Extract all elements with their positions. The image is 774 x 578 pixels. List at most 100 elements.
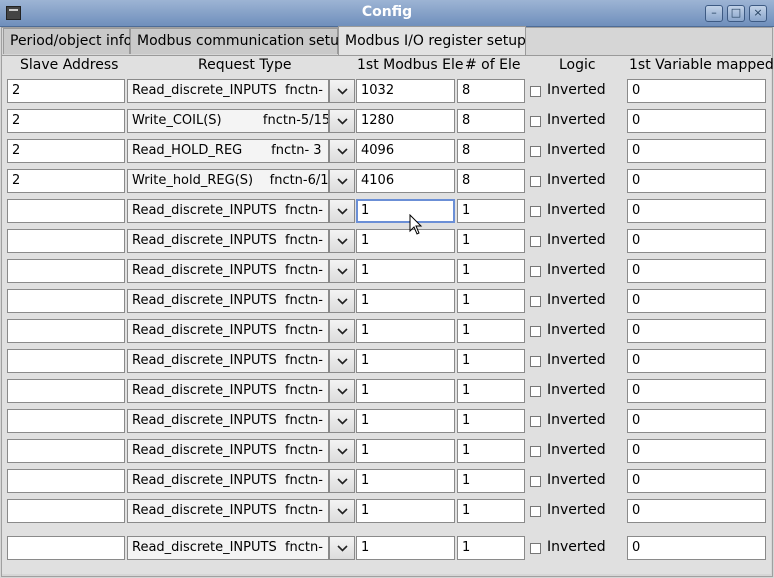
title-bar[interactable]: Config – □ × (0, 0, 774, 27)
num-of-ele-field[interactable]: 1 (457, 229, 525, 253)
tab-modbus-io-register-setup[interactable]: Modbus I/O register setup (338, 26, 526, 56)
slave-address-field[interactable]: 2 (7, 139, 125, 163)
first-variable-mapped-field[interactable]: 0 (627, 469, 766, 493)
slave-address-field[interactable] (7, 469, 125, 493)
first-variable-mapped-field[interactable]: 0 (627, 289, 766, 313)
first-modbus-ele-field[interactable]: 1 (356, 439, 455, 463)
tab-modbus-communication-setup[interactable]: Modbus communication setup (130, 28, 348, 54)
slave-address-field[interactable] (7, 499, 125, 523)
first-modbus-ele-field[interactable]: 1 (356, 349, 455, 373)
slave-address-field[interactable] (7, 349, 125, 373)
first-modbus-ele-field[interactable]: 1 (356, 499, 455, 523)
slave-address-field[interactable]: 2 (7, 169, 125, 193)
first-variable-mapped-field[interactable]: 0 (627, 169, 766, 193)
request-type-select[interactable]: Read_discrete_INPUTS fnctn- 2 (127, 536, 329, 560)
slave-address-field[interactable] (7, 536, 125, 560)
request-type-dropdown-button[interactable] (329, 199, 355, 223)
inverted-checkbox[interactable] (530, 356, 541, 367)
slave-address-field[interactable] (7, 409, 125, 433)
first-modbus-ele-field[interactable]: 1280 (356, 109, 455, 133)
request-type-dropdown-button[interactable] (329, 409, 355, 433)
request-type-select[interactable]: Read_discrete_INPUTS fnctn- 2 (127, 229, 329, 253)
request-type-dropdown-button[interactable] (329, 469, 355, 493)
num-of-ele-field[interactable]: 1 (457, 409, 525, 433)
slave-address-field[interactable] (7, 319, 125, 343)
inverted-checkbox[interactable] (530, 296, 541, 307)
num-of-ele-field[interactable]: 1 (457, 439, 525, 463)
first-variable-mapped-field[interactable]: 0 (627, 439, 766, 463)
inverted-checkbox[interactable] (530, 206, 541, 217)
slave-address-field[interactable] (7, 439, 125, 463)
inverted-checkbox[interactable] (530, 86, 541, 97)
request-type-dropdown-button[interactable] (329, 499, 355, 523)
request-type-dropdown-button[interactable] (329, 169, 355, 193)
request-type-dropdown-button[interactable] (329, 379, 355, 403)
slave-address-field[interactable]: 2 (7, 79, 125, 103)
first-variable-mapped-field[interactable]: 0 (627, 79, 766, 103)
first-modbus-ele-field[interactable]: 4106 (356, 169, 455, 193)
request-type-select[interactable]: Write_COIL(S) fnctn-5/15 (127, 109, 329, 133)
first-variable-mapped-field[interactable]: 0 (627, 229, 766, 253)
maximize-icon[interactable]: □ (727, 5, 745, 22)
first-variable-mapped-field[interactable]: 0 (627, 109, 766, 133)
inverted-checkbox[interactable] (530, 446, 541, 457)
first-modbus-ele-field[interactable]: 1 (356, 469, 455, 493)
minimize-icon[interactable]: – (705, 5, 723, 22)
inverted-checkbox[interactable] (530, 416, 541, 427)
num-of-ele-field[interactable]: 1 (457, 379, 525, 403)
num-of-ele-field[interactable]: 1 (457, 319, 525, 343)
first-variable-mapped-field[interactable]: 0 (627, 349, 766, 373)
request-type-select[interactable]: Read_discrete_INPUTS fnctn- 2 (127, 349, 329, 373)
request-type-select[interactable]: Read_discrete_INPUTS fnctn- 2 (127, 499, 329, 523)
first-modbus-ele-field[interactable]: 1 (356, 199, 455, 223)
request-type-select[interactable]: Read_discrete_INPUTS fnctn- 2 (127, 79, 329, 103)
num-of-ele-field[interactable]: 1 (457, 536, 525, 560)
request-type-select[interactable]: Read_HOLD_REG fnctn- 3 (127, 139, 329, 163)
request-type-select[interactable]: Read_discrete_INPUTS fnctn- 2 (127, 319, 329, 343)
slave-address-field[interactable] (7, 259, 125, 283)
num-of-ele-field[interactable]: 1 (457, 259, 525, 283)
request-type-select[interactable]: Read_discrete_INPUTS fnctn- 2 (127, 289, 329, 313)
request-type-select[interactable]: Read_discrete_INPUTS fnctn- 2 (127, 409, 329, 433)
close-icon[interactable]: × (749, 5, 767, 22)
num-of-ele-field[interactable]: 1 (457, 349, 525, 373)
first-modbus-ele-field[interactable]: 1 (356, 289, 455, 313)
inverted-checkbox[interactable] (530, 386, 541, 397)
request-type-select[interactable]: Read_discrete_INPUTS fnctn- 2 (127, 439, 329, 463)
request-type-dropdown-button[interactable] (329, 109, 355, 133)
request-type-dropdown-button[interactable] (329, 79, 355, 103)
request-type-dropdown-button[interactable] (329, 139, 355, 163)
first-variable-mapped-field[interactable]: 0 (627, 409, 766, 433)
first-variable-mapped-field[interactable]: 0 (627, 499, 766, 523)
request-type-dropdown-button[interactable] (329, 259, 355, 283)
inverted-checkbox[interactable] (530, 506, 541, 517)
request-type-dropdown-button[interactable] (329, 439, 355, 463)
first-modbus-ele-field[interactable]: 1 (356, 259, 455, 283)
inverted-checkbox[interactable] (530, 236, 541, 247)
slave-address-field[interactable] (7, 379, 125, 403)
inverted-checkbox[interactable] (530, 266, 541, 277)
first-modbus-ele-field[interactable]: 1 (356, 409, 455, 433)
request-type-dropdown-button[interactable] (329, 319, 355, 343)
inverted-checkbox[interactable] (530, 476, 541, 487)
request-type-select[interactable]: Write_hold_REG(S) fnctn-6/16 (127, 169, 329, 193)
inverted-checkbox[interactable] (530, 146, 541, 157)
request-type-select[interactable]: Read_discrete_INPUTS fnctn- 2 (127, 199, 329, 223)
slave-address-field[interactable]: 2 (7, 109, 125, 133)
num-of-ele-field[interactable]: 1 (457, 469, 525, 493)
num-of-ele-field[interactable]: 8 (457, 169, 525, 193)
inverted-checkbox[interactable] (530, 326, 541, 337)
first-variable-mapped-field[interactable]: 0 (627, 199, 766, 223)
first-modbus-ele-field[interactable]: 1 (356, 319, 455, 343)
first-modbus-ele-field[interactable]: 4096 (356, 139, 455, 163)
inverted-checkbox[interactable] (530, 116, 541, 127)
first-variable-mapped-field[interactable]: 0 (627, 319, 766, 343)
num-of-ele-field[interactable]: 8 (457, 139, 525, 163)
num-of-ele-field[interactable]: 1 (457, 289, 525, 313)
first-modbus-ele-field[interactable]: 1 (356, 536, 455, 560)
slave-address-field[interactable] (7, 199, 125, 223)
num-of-ele-field[interactable]: 1 (457, 499, 525, 523)
request-type-select[interactable]: Read_discrete_INPUTS fnctn- 2 (127, 469, 329, 493)
num-of-ele-field[interactable]: 8 (457, 109, 525, 133)
request-type-select[interactable]: Read_discrete_INPUTS fnctn- 2 (127, 259, 329, 283)
